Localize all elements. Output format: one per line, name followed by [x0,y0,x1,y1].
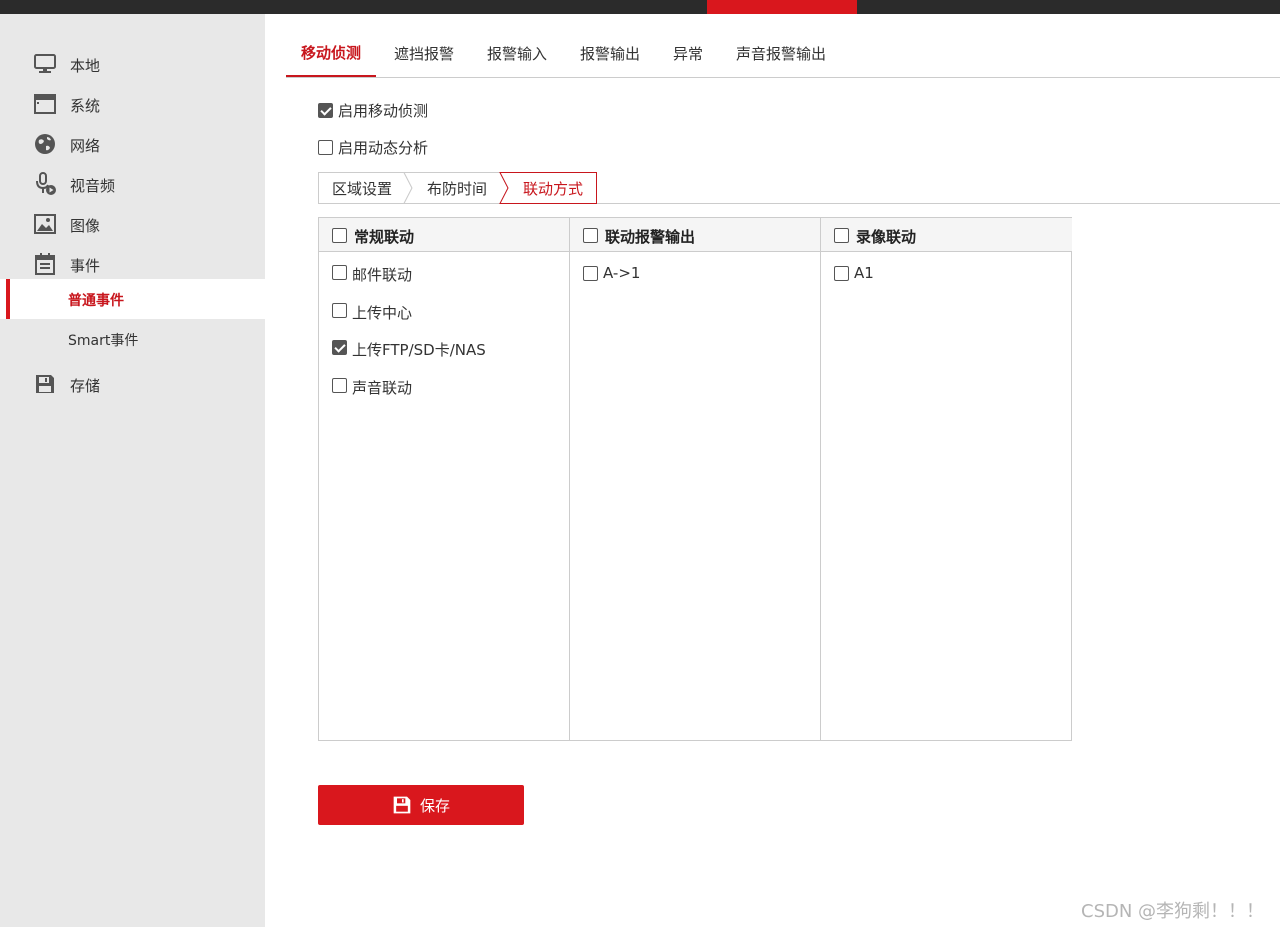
sidebar-item-video-audio[interactable]: 视音频 [0,164,265,204]
top-bar [0,0,1280,14]
image-icon [34,214,56,234]
sidebar-subitem-label: Smart事件 [68,333,139,349]
sidebar-item-event[interactable]: 事件 [0,244,265,284]
sidebar-item-storage[interactable]: 存储 [0,364,265,404]
active-tab-underline [286,75,376,77]
top-bar-active-indicator [707,0,857,14]
list-item: 上传FTP/SD卡/NAS [319,337,569,367]
floppy-disk-icon [36,375,54,393]
window-icon [34,94,56,114]
list-item: 邮件联动 [319,262,569,292]
tab-audio-alarm-output[interactable]: 声音报警输出 [736,43,826,64]
sidebar-item-label: 本地 [70,57,101,75]
item-label: A1 [854,264,874,282]
select-all-alarm-output-checkbox[interactable] [583,228,598,243]
linkage-column-normal: 常规联动 邮件联动 上传中心 上传FTP/SD卡/NAS 声音联动 [319,218,570,740]
audio-linkage-checkbox[interactable] [332,378,347,393]
enable-motion-label: 启用移动侦测 [338,102,429,120]
save-button[interactable]: 保存 [318,785,524,825]
sidebar-subitem-normal-event[interactable]: 普通事件 [0,279,265,319]
sidebar: 本地 系统 网络 视音频 图像 事件 普通事件 Smart事件 存储 [0,14,265,927]
tab-exception[interactable]: 异常 [673,43,703,64]
column-header: 常规联动 [319,218,569,252]
enable-dynamic-analysis-label: 启用动态分析 [338,139,429,157]
item-label: 声音联动 [352,379,413,397]
column-header: 联动报警输出 [570,218,820,252]
globe-icon [35,134,55,154]
item-label: 上传中心 [352,304,413,322]
linkage-column-alarm-output: 联动报警输出 A->1 [570,218,821,740]
save-button-label: 保存 [420,797,451,815]
list-item: A->1 [570,262,820,292]
column-title: 录像联动 [856,228,917,246]
column-title: 常规联动 [354,228,415,246]
tab-alarm-input[interactable]: 报警输入 [487,43,547,64]
alarm-output-a1-checkbox[interactable] [583,266,598,281]
sidebar-item-label: 系统 [70,97,101,115]
linkage-column-recording: 录像联动 A1 [821,218,1072,740]
sidebar-item-label: 视音频 [70,177,116,195]
list-item: A1 [821,262,1072,292]
column-header: 录像联动 [821,218,1072,252]
microphone-camera-icon [36,172,56,195]
upload-ftp-checkbox[interactable] [332,340,347,355]
sidebar-item-label: 图像 [70,217,101,235]
sidebar-item-system[interactable]: 系统 [0,84,265,124]
tab-tamper-alarm[interactable]: 遮挡报警 [394,43,454,64]
recording-a1-checkbox[interactable] [834,266,849,281]
select-all-normal-checkbox[interactable] [332,228,347,243]
sidebar-item-network[interactable]: 网络 [0,124,265,164]
item-label: A->1 [603,264,641,282]
calendar-icon [35,253,55,275]
email-linkage-checkbox[interactable] [332,265,347,280]
linkage-grid: 常规联动 邮件联动 上传中心 上传FTP/SD卡/NAS 声音联动 联动报警输出… [318,217,1072,741]
enable-dynamic-analysis-checkbox[interactable] [318,140,333,155]
tab-motion-detection[interactable]: 移动侦测 [301,42,361,63]
sidebar-item-label: 事件 [70,257,101,275]
item-label: 上传FTP/SD卡/NAS [352,341,486,359]
list-item: 上传中心 [319,300,569,330]
step-label: 布防时间 [427,180,488,198]
sidebar-subitem-label: 普通事件 [68,293,124,309]
step-label: 区域设置 [332,180,393,198]
list-item: 声音联动 [319,375,569,405]
column-title: 联动报警输出 [605,228,696,246]
event-tabs: 移动侦测 遮挡报警 报警输入 报警输出 异常 声音报警输出 [286,36,1280,78]
step-label: 联动方式 [523,180,584,198]
select-all-recording-checkbox[interactable] [834,228,849,243]
floppy-disk-icon [393,796,411,814]
watermark: CSDN @李狗剩！！！ [1081,901,1265,922]
item-label: 邮件联动 [352,266,413,284]
sidebar-item-local[interactable]: 本地 [0,44,265,84]
tab-alarm-output[interactable]: 报警输出 [580,43,640,64]
upload-center-checkbox[interactable] [332,303,347,318]
enable-motion-checkbox[interactable] [318,103,333,118]
sidebar-item-label: 存储 [70,377,101,395]
sidebar-item-label: 网络 [70,137,101,155]
monitor-icon [34,54,56,73]
sidebar-item-image[interactable]: 图像 [0,204,265,244]
sidebar-subitem-smart-event[interactable]: Smart事件 [0,319,265,359]
